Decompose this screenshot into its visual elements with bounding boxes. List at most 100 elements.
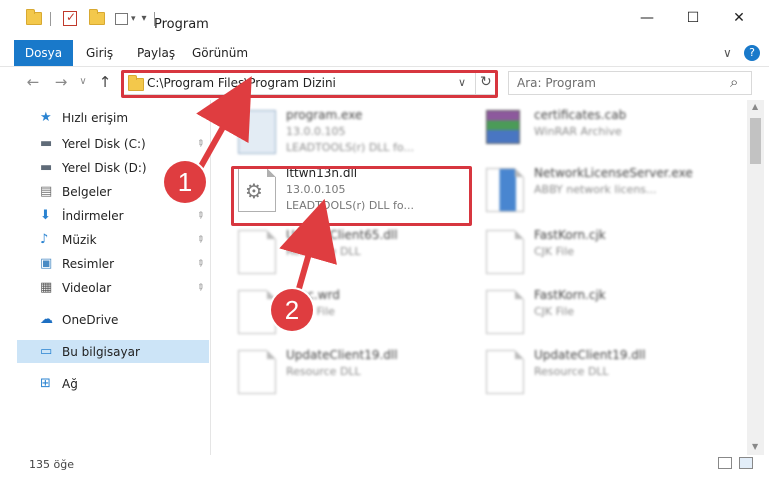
file-icon: [238, 230, 276, 274]
sidebar-item-label: Hızlı erişim: [62, 110, 129, 125]
sidebar-item-label: Belgeler: [62, 184, 112, 199]
quick-access-toolbar: ✓ ▾ ▾: [26, 9, 155, 26]
file-icon: [238, 350, 276, 394]
tab-home[interactable]: Giriş: [86, 40, 113, 66]
exe-icon: [238, 110, 276, 154]
file-highlight: [231, 166, 472, 226]
sidebar-item-label: Müzik: [62, 232, 97, 247]
title-bar: ✓ ▾ ▾ Program — ☐ ✕: [0, 0, 769, 40]
file-item[interactable]: NetworkLicenseServer.exe ABBY network lic…: [484, 162, 724, 218]
tab-file[interactable]: Dosya: [14, 40, 73, 66]
videos-icon: ▦: [40, 279, 53, 295]
exe-icon: [486, 168, 524, 212]
step-2-badge: 2: [271, 289, 313, 331]
music-icon: ♪: [40, 231, 49, 247]
file-name: UpdateClient19.dll: [534, 348, 646, 362]
search-icon[interactable]: ⌕: [730, 73, 738, 91]
folder-icon: [26, 9, 42, 25]
file-detail: CJK File: [534, 245, 575, 258]
file-icon: [486, 230, 524, 274]
sidebar-item-resimler[interactable]: ▣ Resimler ✎: [0, 252, 211, 275]
archive-icon: [486, 110, 520, 144]
status-bar: 135 öğe: [0, 455, 769, 487]
vertical-scrollbar[interactable]: ▲ ▼: [747, 100, 764, 455]
sidebar-item-i-ndirmeler[interactable]: ⬇ İndirmeler ✎: [0, 204, 211, 227]
computer-icon: ▭: [40, 343, 53, 359]
file-item[interactable]: UpdateClient19.dll Resource DLL: [236, 344, 476, 400]
sidebar-item-m-zik[interactable]: ♪ Müzik ✎: [0, 228, 211, 251]
documents-icon: ▤: [40, 183, 53, 199]
file-detail: Resource DLL: [286, 245, 361, 258]
file-detail: WinRAR Archive: [534, 125, 622, 138]
file-item[interactable]: certificates.cab WinRAR Archive: [484, 104, 724, 160]
file-name: FastKorn.cjk: [534, 228, 606, 242]
sidebar-item-label: OneDrive: [62, 312, 119, 327]
file-name: UpdateClient19.dll: [286, 348, 398, 362]
details-view-icon[interactable]: [718, 457, 732, 469]
recent-locations-button[interactable]: ∨: [74, 73, 92, 91]
pin-icon: ✎: [193, 137, 206, 150]
forward-button[interactable]: →: [52, 73, 70, 91]
file-name: certificates.cab: [534, 108, 627, 122]
back-button[interactable]: ←: [24, 73, 42, 91]
sidebar-item-onedrive[interactable]: ☁ OneDrive: [0, 308, 211, 331]
file-detail: ABBY network licens...: [534, 183, 657, 196]
close-button[interactable]: ✕: [716, 0, 762, 36]
help-icon[interactable]: ?: [744, 45, 760, 61]
sidebar-item-label: Ağ: [62, 376, 78, 391]
scroll-up-icon[interactable]: ▲: [752, 102, 758, 111]
collapse-ribbon-icon[interactable]: ∨: [723, 40, 732, 66]
minimize-button[interactable]: —: [624, 0, 670, 36]
ribbon: Dosya Giriş Paylaş Görünüm ∨ ?: [0, 40, 769, 67]
file-detail: CJK File: [534, 305, 575, 318]
sidebar-item-label: Yerel Disk (D:): [62, 160, 147, 175]
customize-toolbar-icon[interactable]: ▾: [131, 14, 136, 24]
navigation-pane: ★ Hızlı erişim ▬ Yerel Disk (C:) ✎ ▬ Yerel Dis…: [0, 100, 211, 455]
onedrive-icon: ☁: [40, 311, 53, 327]
tab-share[interactable]: Paylaş: [137, 40, 175, 66]
pin-icon: ✎: [193, 233, 206, 246]
search-box[interactable]: Ara: Program ⌕: [508, 71, 752, 95]
dropdown-arrow-icon[interactable]: ▾: [142, 13, 147, 24]
file-detail: 13.0.0.105: [286, 125, 346, 138]
sidebar-item-bu-bilgisayar[interactable]: ▭ Bu bilgisayar: [17, 340, 209, 363]
file-icon: [486, 290, 524, 334]
network-icon: ⊞: [40, 375, 51, 391]
file-detail: Resource DLL: [534, 365, 609, 378]
file-name: NetworkLicenseServer.exe: [534, 166, 693, 180]
file-icon: [486, 350, 524, 394]
window-title: Program: [154, 17, 209, 32]
scrollbar-thumb[interactable]: [750, 118, 761, 164]
sidebar-item-label: Yerel Disk (C:): [62, 136, 146, 151]
sidebar-item-videolar[interactable]: ▦ Videolar ✎: [0, 276, 211, 299]
view-options-icon[interactable]: [115, 12, 128, 25]
file-item[interactable]: FastKorn.cjk CJK File: [484, 284, 724, 340]
file-list: program.exe 13.0.0.105 LEADTOOLS(r) DLL fo…: [212, 100, 747, 455]
file-item[interactable]: FastKorn.cjk CJK File: [484, 224, 724, 280]
new-folder-icon[interactable]: [89, 9, 105, 25]
sidebar-item-a[interactable]: ⊞ Ağ: [0, 372, 211, 395]
sidebar-item-label: Resimler: [62, 256, 115, 271]
search-input[interactable]: Ara: Program: [517, 76, 596, 90]
file-item[interactable]: program.exe 13.0.0.105 LEADTOOLS(r) DLL fo…: [236, 104, 476, 160]
drive-icon: ▬: [40, 135, 53, 151]
step-1-badge: 1: [164, 161, 206, 203]
properties-icon[interactable]: ✓: [63, 10, 77, 26]
large-icons-view-icon[interactable]: [739, 457, 753, 469]
sidebar-item-label: Bu bilgisayar: [62, 344, 140, 359]
file-item[interactable]: UpdateClient65.dll Resource DLL: [236, 224, 476, 280]
file-item[interactable]: UpdateClient19.dll Resource DLL: [484, 344, 724, 400]
pin-icon: ✎: [193, 209, 206, 222]
scroll-down-icon[interactable]: ▼: [752, 442, 758, 451]
file-detail: Resource DLL: [286, 365, 361, 378]
tab-view[interactable]: Görünüm: [192, 40, 248, 66]
pin-icon: ✎: [193, 281, 206, 294]
separator: [50, 11, 51, 26]
maximize-button[interactable]: ☐: [670, 0, 716, 36]
up-button[interactable]: ↑: [96, 73, 114, 91]
sidebar-item-label: Videolar: [62, 280, 112, 295]
file-name: program.exe: [286, 108, 363, 122]
sidebar-item-h-zl-eri-im[interactable]: ★ Hızlı erişim: [0, 106, 211, 129]
sidebar-item-yerel-disk-c[interactable]: ▬ Yerel Disk (C:) ✎: [0, 132, 211, 155]
file-name: FastKorn.cjk: [534, 288, 606, 302]
